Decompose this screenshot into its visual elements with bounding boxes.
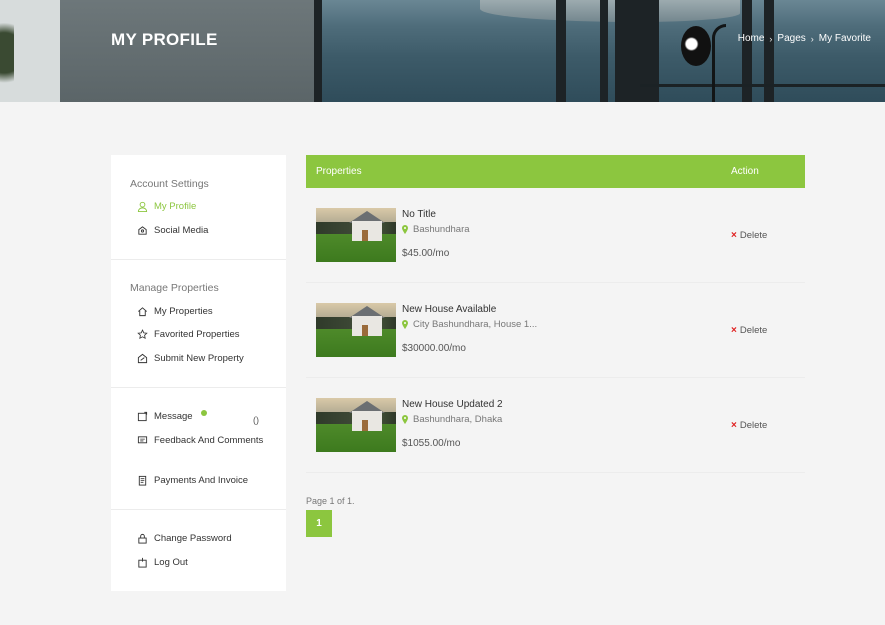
property-thumbnail[interactable] — [316, 208, 396, 262]
unread-indicator — [200, 410, 207, 416]
close-icon: × — [731, 420, 737, 431]
manage-properties-title: Manage Properties — [130, 282, 219, 294]
delete-button[interactable]: × Delete — [731, 325, 767, 336]
sidebar-item-log-out[interactable]: Log Out — [137, 554, 277, 571]
sidebar-item-social-media[interactable]: Social Media — [137, 222, 277, 239]
message-count: () — [253, 415, 259, 425]
close-icon: × — [731, 325, 737, 336]
lamp-image — [681, 26, 711, 66]
delete-button[interactable]: × Delete — [731, 230, 767, 241]
sidebar-item-my-properties[interactable]: My Properties — [137, 303, 277, 320]
chevron-right-icon: › — [810, 33, 814, 44]
window-frame — [600, 0, 608, 102]
table-row: New House Updated 2 Bashundhara, Dhaka $… — [306, 378, 805, 473]
sidebar-item-label: Submit New Property — [154, 353, 244, 364]
property-thumbnail[interactable] — [316, 303, 396, 357]
column-header-properties: Properties — [316, 166, 362, 177]
map-pin-icon — [402, 320, 408, 329]
sidebar: Account Settings My Profile Social Media… — [111, 155, 286, 591]
table-row: No Title Bashundhara $45.00/mo × Delete — [306, 188, 805, 283]
pagination-info: Page 1 of 1. — [306, 496, 355, 506]
sidebar-item-label: My Profile — [154, 201, 197, 212]
sidebar-item-label: Favorited Properties — [154, 329, 240, 340]
location-text: Bashundhara — [413, 224, 470, 235]
sidebar-item-label: Log Out — [154, 557, 188, 568]
sidebar-item-my-profile[interactable]: My Profile — [137, 198, 277, 215]
sidebar-item-payments[interactable]: Payments And Invoice — [137, 472, 277, 489]
manage-properties-group: Manage Properties My Properties Favorite… — [111, 260, 286, 388]
property-location: Bashundhara — [402, 224, 470, 235]
breadcrumb: Home › Pages › My Favorite — [738, 33, 871, 44]
chevron-right-icon: › — [769, 33, 773, 44]
location-text: Bashundhara, Dhaka — [413, 414, 503, 425]
property-name[interactable]: New House Available — [402, 304, 496, 315]
sidebar-item-label: Social Media — [154, 225, 209, 236]
sidebar-item-label: Message — [154, 411, 193, 422]
breadcrumb-pages[interactable]: Pages — [777, 33, 805, 44]
delete-label: Delete — [739, 325, 768, 336]
property-name[interactable]: New House Updated 2 — [402, 399, 503, 410]
submit-icon — [137, 353, 148, 364]
map-pin-icon — [402, 415, 408, 424]
table-header: Properties Action — [306, 155, 805, 188]
account-settings-title: Account Settings — [130, 178, 209, 190]
breadcrumb-current: My Favorite — [818, 33, 871, 44]
column-header-action: Action — [731, 166, 759, 177]
header-background — [60, 0, 315, 102]
window-frame — [314, 0, 322, 102]
close-icon: × — [731, 230, 737, 241]
delete-label: Delete — [739, 230, 768, 241]
sidebar-item-favorited-properties[interactable]: Favorited Properties — [137, 326, 277, 343]
communication-group: Message Feedback And Comments Payments A… — [111, 388, 286, 510]
window-frame — [556, 0, 566, 102]
sidebar-item-submit-new-property[interactable]: Submit New Property — [137, 350, 277, 367]
message-icon — [137, 411, 148, 422]
delete-button[interactable]: × Delete — [731, 420, 767, 431]
property-location: Bashundhara, Dhaka — [402, 414, 502, 425]
user-icon — [137, 201, 148, 212]
social-icon — [137, 225, 148, 236]
lock-icon — [137, 533, 148, 544]
property-price: $30000.00/mo — [402, 343, 466, 354]
delete-label: Delete — [739, 420, 768, 431]
feedback-icon — [137, 435, 148, 446]
sidebar-item-label: Payments And Invoice — [154, 475, 248, 486]
sidebar-item-feedback[interactable]: Feedback And Comments — [137, 432, 277, 449]
table-row: New House Available City Bashundhara, Ho… — [306, 283, 805, 378]
property-name[interactable]: No Title — [402, 209, 436, 220]
logout-icon — [137, 557, 148, 568]
sidebar-item-change-password[interactable]: Change Password — [137, 530, 277, 547]
home-icon — [137, 306, 148, 317]
property-location: City Bashundhara, House 1... — [402, 319, 537, 330]
account-settings-group: Account Settings My Profile Social Media — [111, 155, 286, 260]
security-group: Change Password Log Out — [111, 510, 286, 591]
page-header: MY PROFILE Home › Pages › My Favorite — [0, 0, 885, 102]
property-price: $1055.00/mo — [402, 438, 461, 449]
star-icon — [137, 329, 148, 340]
property-price: $45.00/mo — [402, 248, 450, 259]
map-pin-icon — [402, 225, 408, 234]
property-thumbnail[interactable] — [316, 398, 396, 452]
plant-image — [0, 20, 14, 102]
invoice-icon — [137, 475, 148, 486]
properties-table: Properties Action No Title Bashundhara $… — [306, 155, 805, 473]
lamp-arm — [712, 24, 726, 102]
page-title: MY PROFILE — [111, 30, 218, 49]
page-button-current[interactable]: 1 — [306, 510, 332, 537]
balcony-rail — [640, 84, 885, 87]
location-text: City Bashundhara, House 1... — [413, 319, 538, 330]
sidebar-item-label: My Properties — [154, 306, 213, 317]
sidebar-item-label: Change Password — [154, 533, 232, 544]
sidebar-item-label: Feedback And Comments — [154, 435, 264, 446]
breadcrumb-home[interactable]: Home — [738, 33, 765, 44]
